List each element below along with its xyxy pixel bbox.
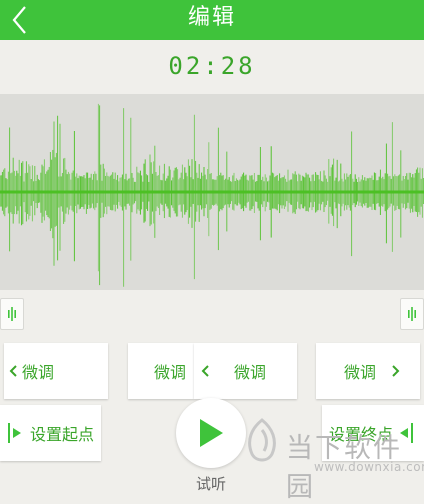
grip-icon bbox=[8, 307, 16, 321]
chevron-left-icon bbox=[200, 364, 210, 378]
start-drag-handle[interactable] bbox=[0, 298, 24, 330]
fine-tune-label: 微调 bbox=[154, 363, 187, 382]
play-icon bbox=[200, 419, 223, 447]
chevron-right-icon bbox=[391, 364, 401, 378]
set-end-button[interactable]: 设置终点 bbox=[322, 405, 424, 461]
fine-tune-label: 微调 bbox=[22, 363, 55, 382]
start-fine-tune-forward-button[interactable]: 微调 bbox=[128, 343, 194, 399]
waveform-display[interactable] bbox=[0, 94, 424, 290]
page-title: 编辑 bbox=[187, 5, 236, 30]
waveform bbox=[0, 103, 424, 287]
set-start-icon bbox=[8, 423, 21, 443]
title-bar: 编辑 bbox=[0, 0, 424, 40]
watermark-url: www.downxia.com bbox=[314, 460, 424, 474]
play-label: 试听 bbox=[195, 475, 226, 493]
end-drag-handle[interactable] bbox=[400, 298, 424, 330]
watermark-logo-icon bbox=[248, 418, 276, 462]
set-start-label: 设置起点 bbox=[30, 425, 95, 444]
end-fine-tune-forward-button[interactable]: 微调 bbox=[316, 343, 420, 399]
set-end-icon bbox=[400, 423, 414, 443]
chevron-left-icon bbox=[8, 364, 18, 378]
set-start-button[interactable]: 设置起点 bbox=[0, 405, 101, 461]
end-fine-tune-back-button[interactable]: 微调 bbox=[194, 343, 297, 399]
start-fine-tune-back-button[interactable]: 微调 bbox=[4, 343, 108, 399]
fine-tune-label: 微调 bbox=[344, 363, 377, 382]
fine-tune-label: 微调 bbox=[234, 363, 267, 382]
time-display: 02:28 bbox=[168, 52, 256, 80]
set-end-label: 设置终点 bbox=[329, 425, 394, 444]
grip-icon bbox=[408, 307, 416, 321]
play-button[interactable] bbox=[176, 398, 246, 468]
